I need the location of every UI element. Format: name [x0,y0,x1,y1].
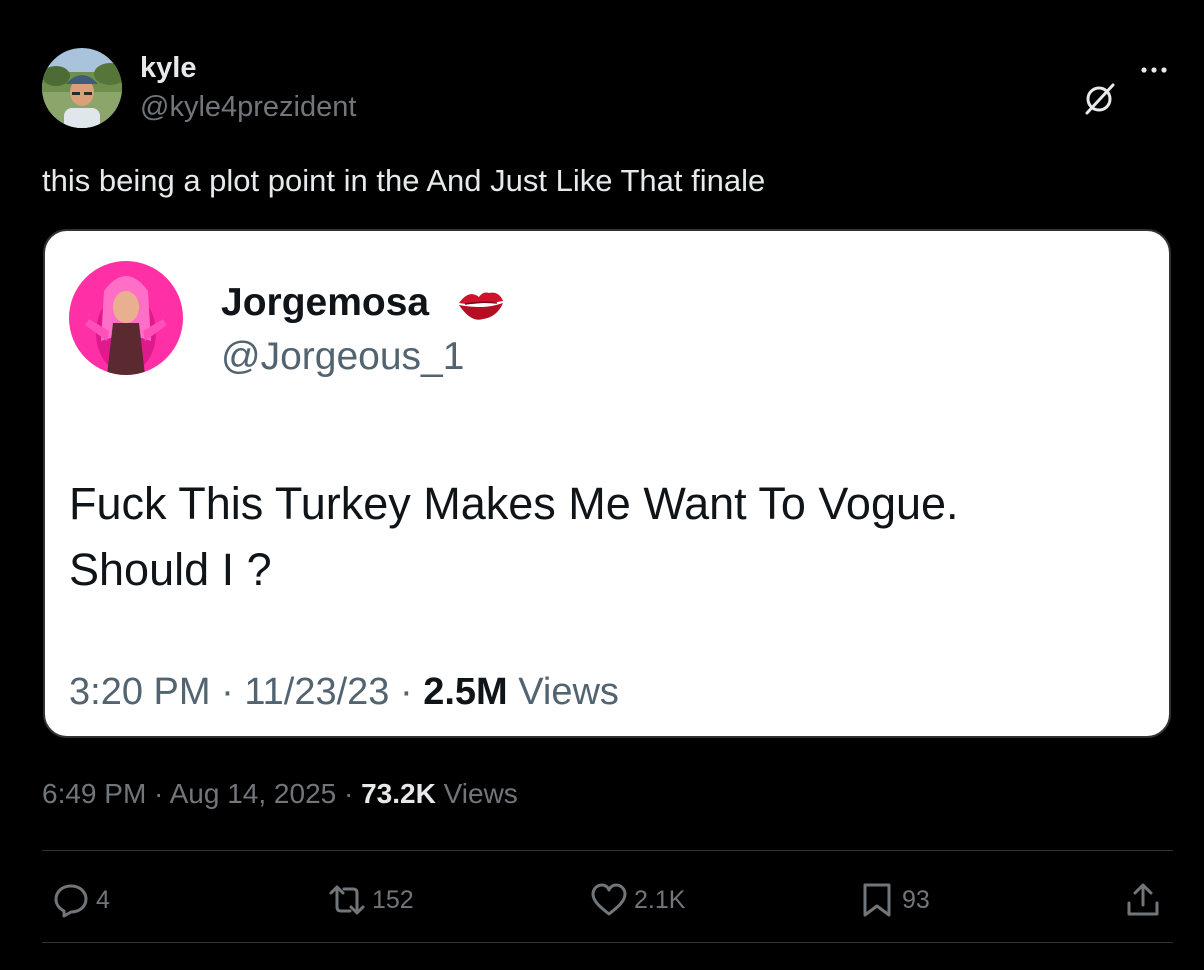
quoted-text-line-1: Fuck This Turkey Makes Me Want To Vogue. [69,478,959,529]
tweet-meta: 6:49 PM · Aug 14, 2025 · 73.2K Views [42,778,518,810]
quoted-meta-sep-2: · [389,671,424,713]
bookmark-count: 93 [902,885,930,914]
quoted-text-line-2: Should I ? [69,544,272,595]
quoted-handle[interactable]: @Jorgeous_1 [221,335,464,379]
quoted-avatar[interactable] [69,261,183,375]
grok-icon[interactable] [1082,80,1118,116]
quoted-meta-sep-1: · [210,671,245,713]
like-icon [591,883,627,916]
quoted-date: 11/23/23 [244,671,390,713]
quoted-meta: 3:20 PM · 11/23/23 · 2.5M Views [69,671,619,714]
kiss-icon [459,292,503,320]
quoted-name[interactable]: Jorgemosa [221,281,429,325]
reply-button[interactable]: 4 [52,880,110,920]
tweet-views-label: Views [443,778,518,809]
reply-count: 4 [96,885,110,914]
like-count: 2.1K [634,885,686,914]
tweet-time[interactable]: 6:49 PM [42,778,146,809]
share-icon [1127,883,1159,916]
quoted-views-label: Views [518,671,619,713]
bookmark-icon [863,883,891,917]
divider-bottom [42,942,1173,943]
quoted-views-count: 2.5M [423,671,508,713]
divider-top [42,850,1173,851]
meta-sep-2: · [336,778,362,809]
author-name[interactable]: kyle [140,52,196,85]
more-icon[interactable] [1136,52,1172,88]
author-avatar[interactable] [42,48,122,128]
meta-sep-1: · [146,778,170,809]
author-handle[interactable]: @kyle4prezident [140,91,356,124]
tweet-text: this being a plot point in the And Just … [42,163,766,198]
quoted-text: Fuck This Turkey Makes Me Want To Vogue.… [69,471,1129,603]
like-button[interactable]: 2.1K [590,880,685,920]
repost-count: 152 [372,885,414,914]
share-button[interactable] [1124,880,1162,920]
quoted-time: 3:20 PM [69,671,211,713]
quoted-tweet-card[interactable]: Jorgemosa @Jorgeous_1 Fuck This Turkey M… [43,229,1171,738]
reply-icon [54,884,88,918]
tweet-date[interactable]: Aug 14, 2025 [170,778,337,809]
bookmark-button[interactable]: 93 [858,880,930,920]
tweet-views-count: 73.2K [361,778,436,809]
repost-button[interactable]: 152 [328,880,414,920]
repost-icon [329,885,365,915]
